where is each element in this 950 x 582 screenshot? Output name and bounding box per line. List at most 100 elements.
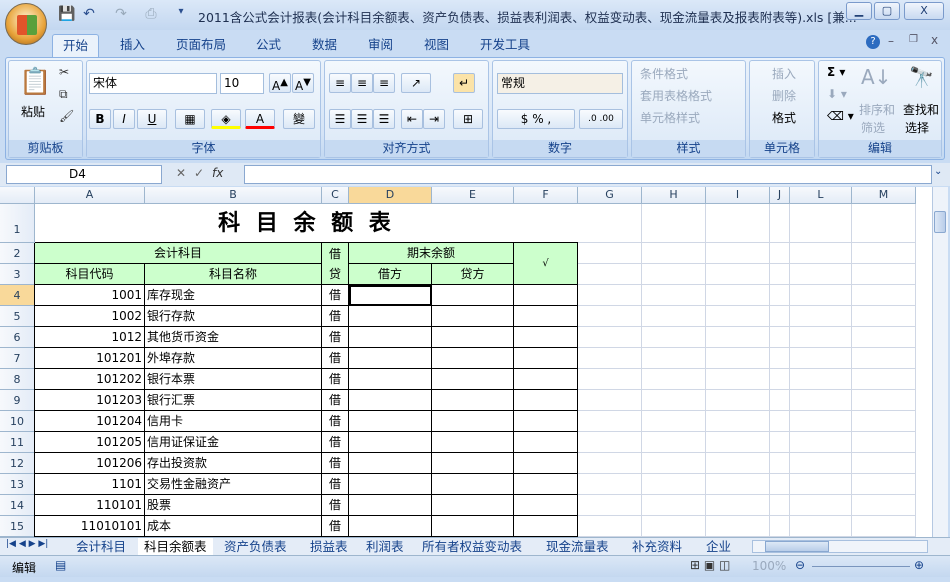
cell-credit[interactable]	[432, 348, 514, 369]
tab-5[interactable]: 审阅	[358, 34, 403, 57]
column-header-H[interactable]: H	[642, 187, 706, 204]
insert-cells-button[interactable]: 插入	[772, 65, 796, 82]
grid-cell[interactable]	[578, 432, 642, 453]
row-header-9[interactable]: 9	[0, 390, 35, 411]
grid-cell[interactable]	[852, 327, 916, 348]
view-buttons[interactable]: ⊞ ▣ ◫	[690, 558, 730, 572]
enter-icon[interactable]: ✓	[194, 166, 204, 180]
cancel-icon[interactable]: ✕	[176, 166, 186, 180]
grid-cell[interactable]	[642, 390, 706, 411]
cell-credit[interactable]	[432, 516, 514, 537]
row-header-5[interactable]: 5	[0, 306, 35, 327]
cell-debit[interactable]	[349, 474, 432, 495]
tab-4[interactable]: 数据	[302, 34, 347, 57]
cell-code[interactable]: 101206	[35, 453, 145, 474]
ribbon-restore-button[interactable]: ❐	[909, 34, 918, 45]
cell-direction[interactable]: 借	[322, 306, 349, 327]
sheet-tab-1[interactable]: 科目余额表	[138, 538, 213, 555]
grid-cell[interactable]	[770, 285, 790, 306]
header-ending-balance[interactable]: 期末余额	[349, 243, 514, 264]
grid-cell[interactable]	[642, 453, 706, 474]
cell-check[interactable]	[514, 306, 578, 327]
cell-code[interactable]: 101203	[35, 390, 145, 411]
sheet-tab-0[interactable]: 会计科目	[70, 538, 132, 555]
cell-direction[interactable]: 借	[322, 390, 349, 411]
header-debit[interactable]: 借方	[349, 264, 432, 285]
grid-cell[interactable]	[578, 369, 642, 390]
cell-credit[interactable]	[432, 306, 514, 327]
grid-cell[interactable]	[770, 495, 790, 516]
borders-button[interactable]: ▦	[175, 109, 205, 129]
header-check[interactable]: √	[514, 243, 578, 285]
cell-debit[interactable]	[349, 348, 432, 369]
cell-check[interactable]	[514, 474, 578, 495]
redo-icon[interactable]: ↷	[112, 6, 130, 24]
grid-cell[interactable]	[770, 411, 790, 432]
cell-check[interactable]	[514, 432, 578, 453]
column-header-C[interactable]: C	[322, 187, 349, 204]
align-left-button[interactable]: ☰	[329, 109, 351, 129]
cell-code[interactable]: 11010101	[35, 516, 145, 537]
cell-credit[interactable]	[432, 453, 514, 474]
cell-credit[interactable]	[432, 327, 514, 348]
grid-cell[interactable]	[706, 369, 770, 390]
copy-icon[interactable]: ⧉	[59, 87, 68, 102]
grid-cell[interactable]	[578, 348, 642, 369]
grid-cell[interactable]	[790, 453, 852, 474]
grid-cell[interactable]	[706, 516, 770, 537]
cell-check[interactable]	[514, 348, 578, 369]
grid-cell[interactable]	[706, 243, 770, 264]
grid-cell[interactable]	[706, 306, 770, 327]
row-header-7[interactable]: 7	[0, 348, 35, 369]
cell-direction[interactable]: 借	[322, 369, 349, 390]
grid-cell[interactable]	[578, 516, 642, 537]
format-as-table-button[interactable]: 套用表格格式	[640, 87, 712, 104]
header-code[interactable]: 科目代码	[35, 264, 145, 285]
grid-cell[interactable]	[578, 474, 642, 495]
grid-cell[interactable]	[706, 285, 770, 306]
header-account[interactable]: 会计科目	[35, 243, 322, 264]
select-all-button[interactable]	[0, 187, 35, 204]
format-cells-button[interactable]: 格式	[772, 109, 796, 126]
cell-debit[interactable]	[349, 411, 432, 432]
align-right-button[interactable]: ☰	[373, 109, 395, 129]
decrease-indent-button[interactable]: ⇤	[401, 109, 423, 129]
cell-name[interactable]: 银行存款	[145, 306, 322, 327]
grid-cell[interactable]	[770, 516, 790, 537]
cell-check[interactable]	[514, 495, 578, 516]
row-header-10[interactable]: 10	[0, 411, 35, 432]
row-header-13[interactable]: 13	[0, 474, 35, 495]
cell-code[interactable]: 101202	[35, 369, 145, 390]
formula-input[interactable]	[244, 165, 932, 184]
row-header-11[interactable]: 11	[0, 432, 35, 453]
grid-cell[interactable]	[706, 453, 770, 474]
grid-cell[interactable]	[852, 348, 916, 369]
conditional-formatting-button[interactable]: 条件格式	[640, 65, 688, 82]
cell-name[interactable]: 外埠存款	[145, 348, 322, 369]
sort-filter-icon[interactable]: A↓	[861, 65, 891, 89]
print-preview-icon[interactable]: ⎙	[142, 6, 160, 24]
undo-icon[interactable]: ↶	[80, 6, 98, 24]
cell-styles-button[interactable]: 单元格样式	[640, 109, 700, 126]
minimize-button[interactable]: ▁	[846, 2, 872, 20]
sort-filter-button[interactable]: 排序和	[859, 101, 895, 118]
zoom-out-icon[interactable]: ⊖	[795, 558, 805, 572]
grid-cell[interactable]	[642, 474, 706, 495]
cell-code[interactable]: 101201	[35, 348, 145, 369]
cell-direction[interactable]: 借	[322, 327, 349, 348]
cell-debit[interactable]	[349, 306, 432, 327]
grid-cell[interactable]	[642, 327, 706, 348]
grid-cell[interactable]	[790, 432, 852, 453]
grid-cell[interactable]	[852, 516, 916, 537]
grid-cell[interactable]	[578, 243, 642, 264]
bold-button[interactable]: B	[89, 109, 111, 129]
tab-6[interactable]: 视图	[414, 34, 459, 57]
cell-name[interactable]: 信用证保证金	[145, 432, 322, 453]
cell-check[interactable]	[514, 453, 578, 474]
grid-cell[interactable]	[790, 516, 852, 537]
grid-cell[interactable]	[770, 306, 790, 327]
grid-cell[interactable]	[642, 306, 706, 327]
cell-credit[interactable]	[432, 411, 514, 432]
accounting-percent-comma-buttons[interactable]: $ % ,	[497, 109, 575, 129]
align-bottom-button[interactable]: ≡	[373, 73, 395, 93]
